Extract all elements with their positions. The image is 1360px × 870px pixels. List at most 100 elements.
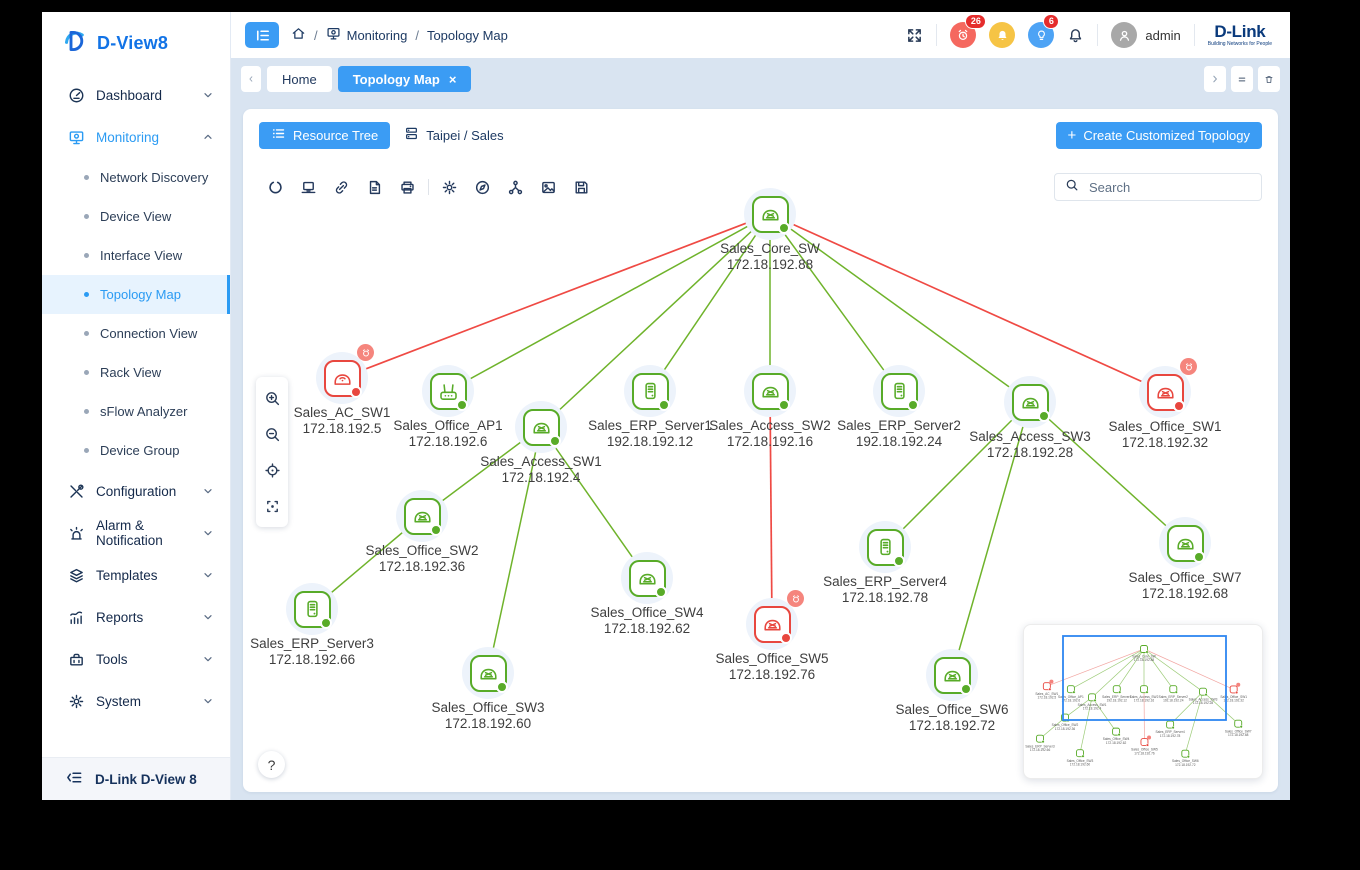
device-halo[interactable] [316,352,368,404]
device-halo[interactable] [859,521,911,573]
critical-alarm-icon[interactable]: 26 [950,22,976,48]
device-halo[interactable] [744,365,796,417]
dashboard-icon [68,87,85,104]
svg-text:172.18.192.28: 172.18.192.28 [1193,701,1214,705]
topology-map-canvas[interactable]: Sales_Core_SW172.18.192.88Sales_AC_SW117… [243,155,1278,792]
status-dot [907,399,919,411]
device-label: Sales_Core_SW172.18.192.88 [660,241,880,272]
help-button[interactable]: ? [258,751,285,778]
sidebar-item-topology-map[interactable]: Topology Map [42,275,230,314]
device-halo[interactable] [422,365,474,417]
device-ip: 172.18.192.32 [1055,435,1275,451]
chevron-down-icon [202,485,214,497]
image-button[interactable] [532,173,565,201]
sidebar-item-label: Dashboard [96,88,162,103]
map-toolbar [259,173,598,201]
device-halo[interactable] [1139,366,1191,418]
breadcrumb-home[interactable] [291,26,306,44]
sidebar-item-templates[interactable]: Templates [42,554,230,596]
zoom-out-button[interactable] [256,416,288,452]
breadcrumb-topology-map[interactable]: Topology Map [427,28,508,43]
tabs: HomeTopology Map× [267,66,471,92]
fit-icon [264,498,281,515]
tabs-scroll-left-button[interactable] [241,66,261,92]
tabs-scroll-right-button[interactable] [1204,66,1226,92]
sidebar-item-alarm-notification[interactable]: Alarm & Notification [42,512,230,554]
sidebar-item-connection-view[interactable]: Connection View [42,314,230,353]
topology-button[interactable] [499,173,532,201]
notification-bell-icon[interactable] [1067,27,1084,44]
image-icon [540,179,557,196]
device-halo[interactable] [1004,376,1056,428]
fullscreen-icon[interactable] [906,27,923,44]
templates-icon [68,567,85,584]
svg-text:192.18.192.12: 192.18.192.12 [1107,698,1128,702]
sidebar-item-label: Tools [96,652,128,667]
device-halo[interactable] [286,583,338,635]
device-halo[interactable] [621,552,673,604]
fit-button[interactable] [256,488,288,524]
locate-button[interactable] [256,452,288,488]
warning-bell-icon[interactable] [989,22,1015,48]
minimap[interactable]: Sales_Core_SW172.18.192.88Sales_AC_SW117… [1023,624,1263,779]
link-button[interactable] [325,173,358,201]
tabs-menu-button[interactable] [1231,66,1253,92]
status-dot [496,681,508,693]
device-ip: 172.18.192.76 [662,667,882,683]
sidebar-item-dashboard[interactable]: Dashboard [42,74,230,116]
sidebar-item-rack-view[interactable]: Rack View [42,353,230,392]
device-halo[interactable] [744,188,796,240]
sidebar-item-network-discovery[interactable]: Network Discovery [42,158,230,197]
device-name: Sales_ERP_Server3 [243,636,422,652]
save-button[interactable] [565,173,598,201]
printer-button[interactable] [391,173,424,201]
breadcrumb-monitoring[interactable]: Monitoring [326,26,408,44]
sidebar-item-configuration[interactable]: Configuration [42,470,230,512]
svg-text:172.18.192.62: 172.18.192.62 [1106,741,1127,745]
tips-bulb-icon[interactable]: 6 [1028,22,1054,48]
server-device-icon [632,373,669,410]
sidebar-item-device-view[interactable]: Device View [42,197,230,236]
compass-button[interactable] [466,173,499,201]
file-button[interactable] [358,173,391,201]
laptop-button[interactable] [292,173,325,201]
tab-tools [1204,66,1280,92]
sidebar-item-device-group[interactable]: Device Group [42,431,230,470]
sidebar-item-sflow-analyzer[interactable]: sFlow Analyzer [42,392,230,431]
resource-tree-button[interactable]: Resource Tree [259,122,390,149]
sidebar-item-reports[interactable]: Reports [42,596,230,638]
device-halo[interactable] [746,598,798,650]
create-customized-topology-button[interactable]: + Create Customized Topology [1056,122,1262,149]
sidebar-item-system[interactable]: System [42,680,230,722]
tools-icon [68,651,85,668]
tab-home[interactable]: Home [267,66,332,92]
monitoring-icon [326,26,341,44]
device-halo[interactable] [926,649,978,701]
sidebar-footer[interactable]: D-Link D-View 8 [42,757,230,800]
file-icon [366,179,383,196]
device-halo[interactable] [462,647,514,699]
chevron-down-icon [202,89,214,101]
device-halo[interactable] [873,365,925,417]
bullet-icon [84,370,89,375]
close-tab-icon[interactable]: × [449,73,457,86]
tab-topology-map[interactable]: Topology Map× [338,66,472,92]
user-menu[interactable]: admin [1111,22,1180,48]
sidebar-toggle-button[interactable] [245,22,279,48]
sidebar-item-interface-view[interactable]: Interface View [42,236,230,275]
sidebar-item-monitoring[interactable]: Monitoring [42,116,230,158]
sidebar-item-tools[interactable]: Tools [42,638,230,680]
settings-button[interactable] [433,173,466,201]
switch-device-icon [404,498,441,535]
status-dot [430,524,442,536]
zoom-in-button[interactable] [256,380,288,416]
laptop-icon [300,179,317,196]
close-tabs-trash-button[interactable] [1258,66,1280,92]
content-area: Resource Tree Taipei / Sales + [231,100,1290,800]
device-halo[interactable] [396,490,448,542]
refresh-button[interactable] [259,173,292,201]
device-halo[interactable] [624,365,676,417]
status-dot [1038,410,1050,422]
device-halo[interactable] [1159,517,1211,569]
search-input[interactable] [1087,179,1251,196]
